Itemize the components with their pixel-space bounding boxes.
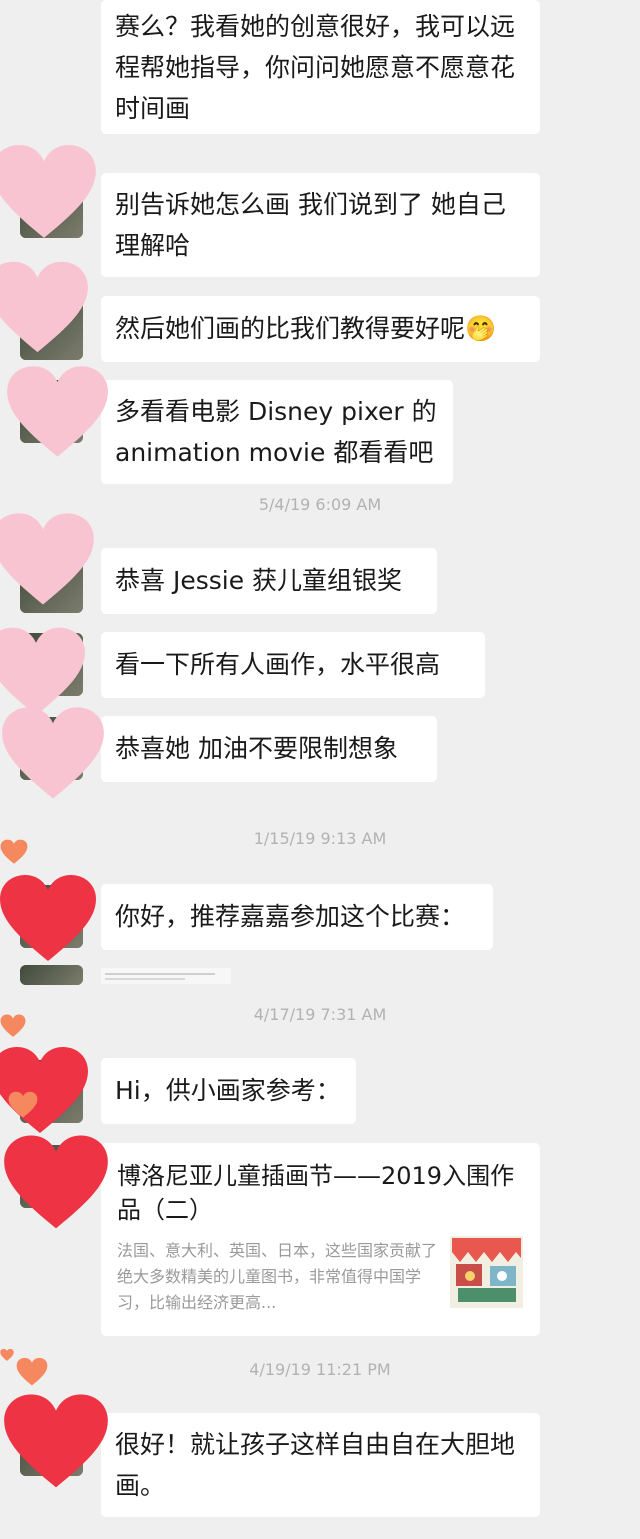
message-bubble[interactable]: 赛么？我看她的创意很好，我可以远程帮她指导，你问问她愿意不愿意花时间画 [101,0,540,134]
message-text: 恭喜 Jessie 获儿童组银奖 [115,566,403,595]
heart-icon [16,1356,48,1388]
timestamp: 4/17/19 7:31 AM [253,1005,387,1024]
heart-icon [0,870,98,968]
message-bubble[interactable]: 恭喜 Jessie 获儿童组银奖 [101,548,437,614]
heart-icon [8,1090,38,1120]
heart-icon [0,838,28,866]
timestamp: 5/4/19 6:09 AM [258,495,382,514]
avatar[interactable] [20,965,83,985]
heart-icon [0,140,98,245]
illustration-thumbnail-icon [450,1236,523,1308]
message-text: 然后她们画的比我们教得要好呢🤭 [115,314,497,343]
message-bubble[interactable]: 很好！就让孩子这样自由自在大胆地画。 [101,1413,540,1517]
message-text: 多看看电影 Disney pixer 的 animation movie 都看看… [115,397,437,467]
message-text: 别告诉她怎么画 我们说到了 她自己理解哈 [115,190,506,260]
heart-icon [5,360,110,465]
message-text: 恭喜她 加油不要限制想象 [115,734,398,763]
link-card-description: 法国、意大利、英国、日本，这些国家贡献了绝大多数精美的儿童图书，非常值得中国学习… [117,1241,438,1312]
timestamp: 4/19/19 11:21 PM [249,1360,391,1379]
link-card-title: 博洛尼亚儿童插画节——2019入围作品（二） [117,1162,515,1224]
heart-icon [0,1012,26,1040]
heart-icon [0,700,106,808]
link-card[interactable]: 博洛尼亚儿童插画节——2019入围作品（二） 法国、意大利、英国、日本，这些国家… [101,1143,540,1336]
message-bubble[interactable]: 恭喜她 加油不要限制想象 [101,716,437,782]
heart-icon [2,1130,110,1236]
image-message[interactable] [101,968,231,984]
message-bubble[interactable]: 然后她们画的比我们教得要好呢🤭 [101,296,540,362]
message-bubble[interactable]: Hi，供小画家参考： [101,1058,356,1124]
heart-icon [0,510,96,610]
message-text: Hi，供小画家参考： [115,1076,341,1105]
message-bubble[interactable]: 你好，推荐嘉嘉参加这个比赛： [101,884,493,950]
heart-icon [0,1348,14,1362]
message-text: 赛么？我看她的创意很好，我可以远程帮她指导，你问问她愿意不愿意花时间画 [115,12,516,123]
message-text: 你好，推荐嘉嘉参加这个比赛： [115,902,466,931]
message-bubble[interactable]: 多看看电影 Disney pixer 的 animation movie 都看看… [101,380,453,484]
heart-icon [2,1390,110,1494]
message-text: 很好！就让孩子这样自由自在大胆地画。 [115,1430,516,1500]
message-text: 看一下所有人画作，水平很高 [115,650,441,679]
message-bubble[interactable]: 看一下所有人画作，水平很高 [101,632,485,698]
message-bubble[interactable]: 别告诉她怎么画 我们说到了 她自己理解哈 [101,173,540,277]
heart-icon [0,258,90,358]
timestamp: 1/15/19 9:13 AM [253,829,387,848]
